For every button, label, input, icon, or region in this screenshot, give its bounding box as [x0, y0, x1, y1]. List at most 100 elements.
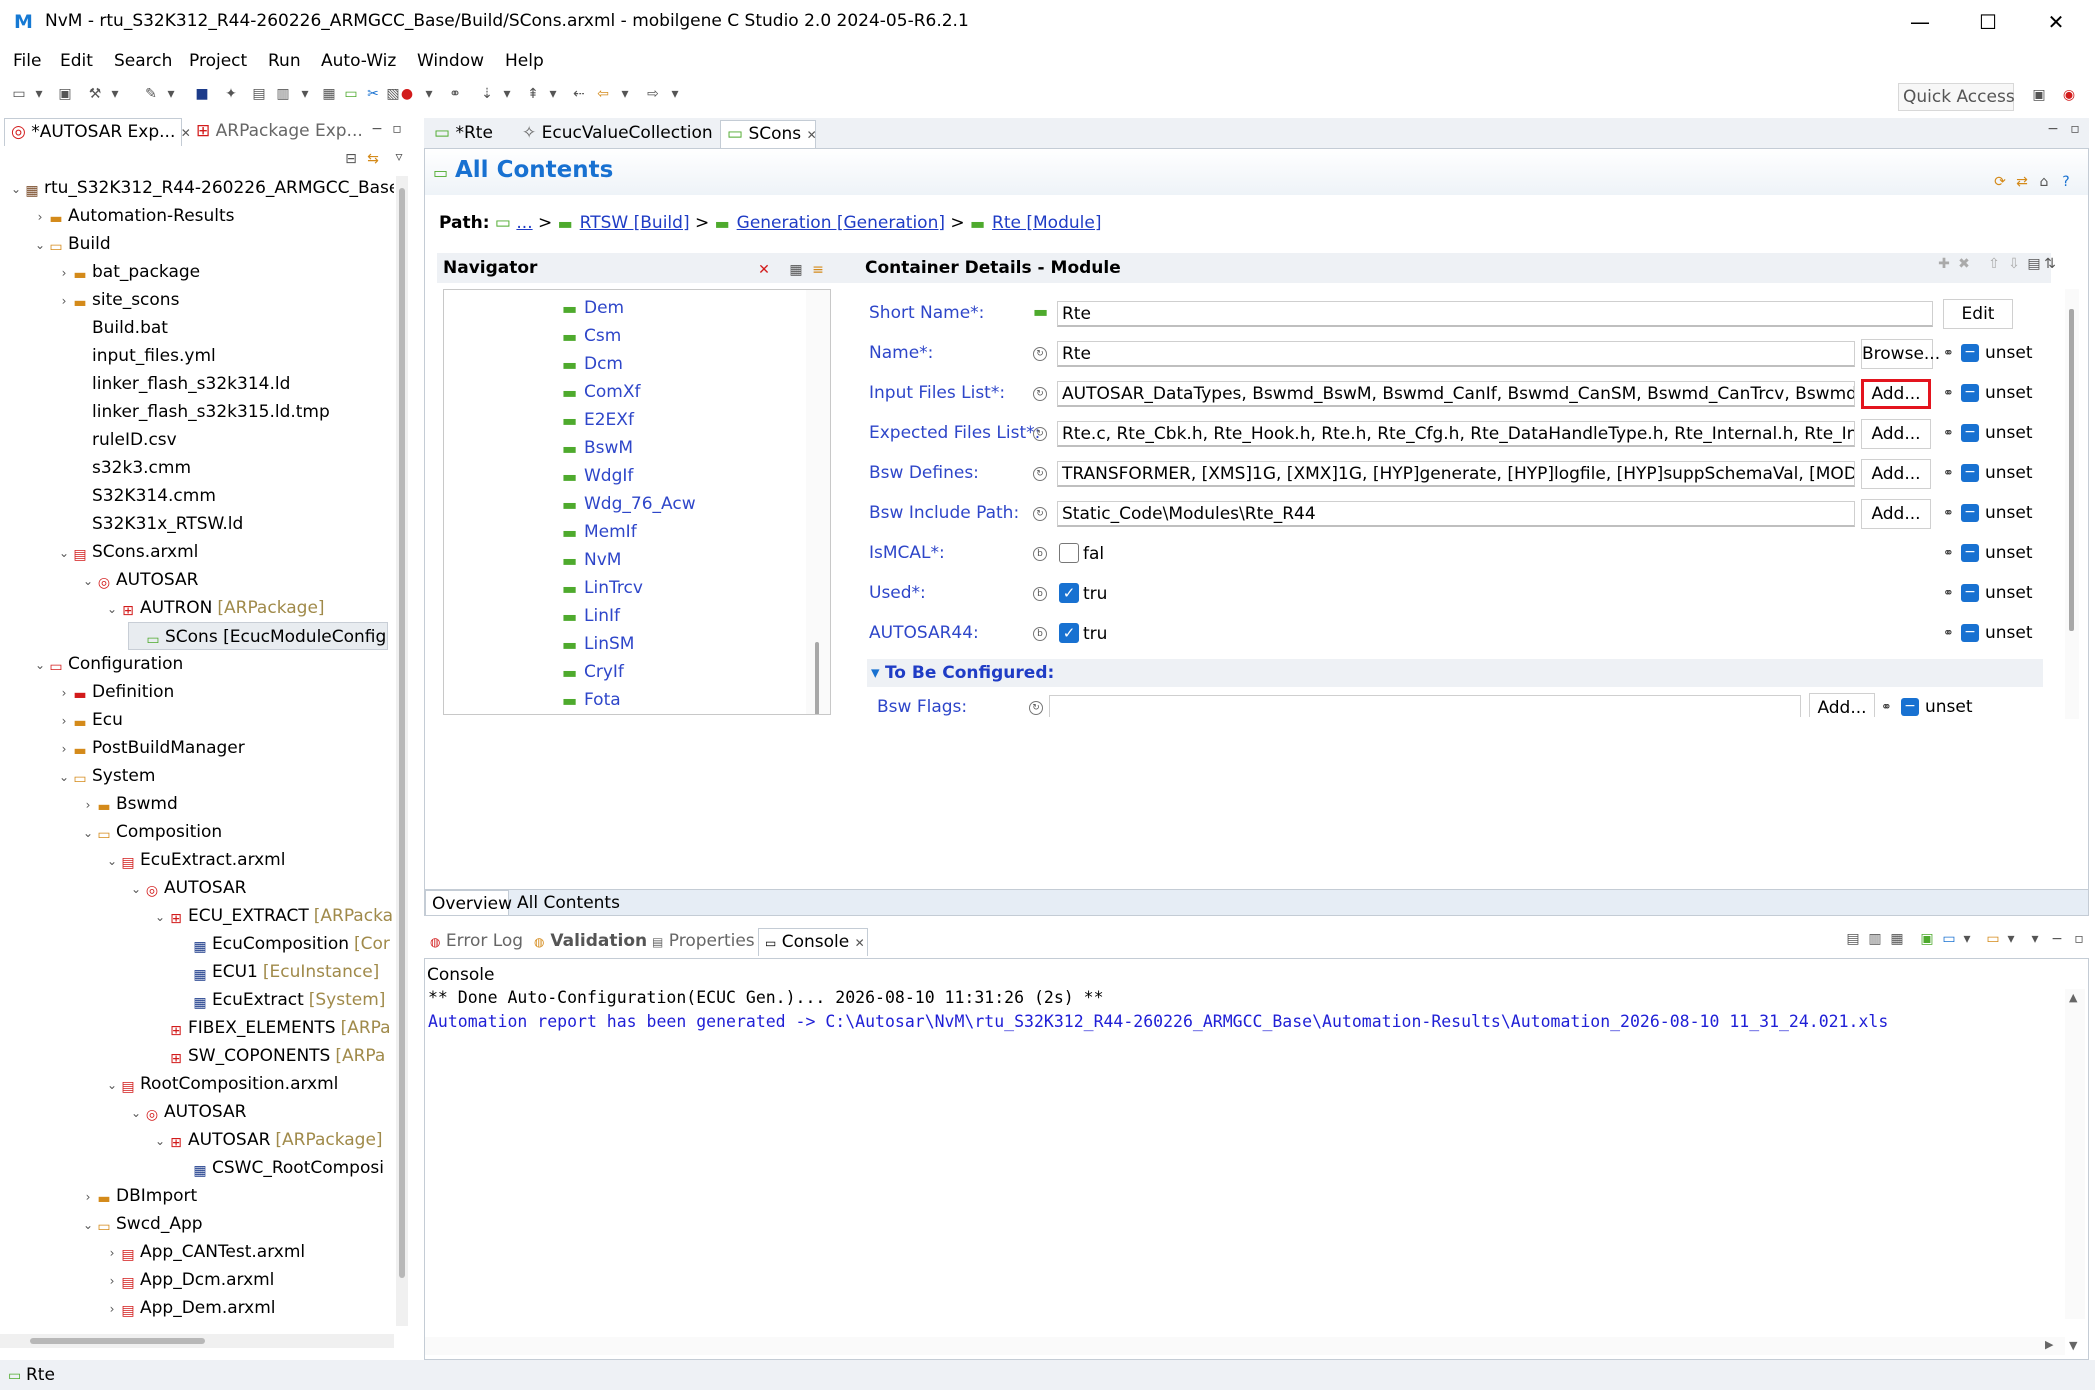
link-editor-icon[interactable]: ⇆ — [364, 150, 382, 168]
collapse-chevron-icon[interactable]: ⌄ — [104, 595, 120, 623]
tree-item[interactable]: ruleID.csv — [56, 426, 177, 454]
field-button[interactable]: Add... — [1861, 499, 1931, 529]
tree-item[interactable]: › ▤ App_Dcm.arxml — [104, 1266, 275, 1295]
tree-item[interactable]: › ▬ Definition — [56, 678, 175, 707]
nav-icon[interactable]: ⇞ — [524, 85, 542, 103]
dropdown-icon[interactable]: ▾ — [162, 85, 180, 103]
expand-chevron-icon[interactable]: › — [56, 735, 72, 763]
move-down-icon[interactable]: ⇩ — [2005, 255, 2023, 273]
section-toggle-icon[interactable]: ▾ — [871, 663, 885, 683]
close-tab-icon[interactable]: ✕ — [855, 936, 865, 950]
tree-item[interactable]: ⌄ ▭ Build — [32, 230, 111, 258]
breadcrumb-generation[interactable]: Generation [Generation] — [737, 213, 945, 233]
tree-item[interactable]: › ▬ PostBuildManager — [56, 734, 245, 762]
tree-item[interactable]: ⌄ ▭ Composition — [80, 818, 222, 846]
new-icon[interactable]: ▭ — [10, 85, 28, 103]
view-menu-icon[interactable]: ▿ — [390, 148, 408, 166]
navigator-item[interactable]: ▬ NvM — [562, 546, 621, 574]
collapse-all-icon[interactable]: ⊟ — [342, 150, 360, 168]
unset-toggle[interactable]: − — [1961, 384, 1979, 402]
breadcrumb-rte[interactable]: Rte [Module] — [992, 213, 1101, 233]
expand-chevron-icon[interactable]: › — [104, 1267, 120, 1295]
tree-item[interactable]: › ▬ Automation-Results — [32, 202, 235, 230]
collapse-chevron-icon[interactable]: ⌄ — [128, 1099, 144, 1127]
down-icon[interactable]: ⇣ — [478, 85, 496, 103]
remove-icon[interactable]: ✕ — [755, 261, 773, 279]
unset-toggle[interactable]: − — [1961, 584, 1979, 602]
grid-icon[interactable]: ▦ — [320, 85, 338, 103]
open-console-icon[interactable]: ▭ — [1984, 930, 2002, 948]
menu-run[interactable]: Run — [268, 51, 301, 71]
expand-chevron-icon[interactable]: › — [80, 791, 96, 819]
help-icon[interactable]: ? — [2057, 173, 2075, 191]
tree-item[interactable]: › ▬ bat_package — [56, 258, 201, 286]
tree-item[interactable]: › ▬ DBImport — [80, 1182, 198, 1211]
tree-item[interactable]: ⌄ ◎ AUTOSAR — [128, 1098, 246, 1126]
navigator-scrollbar[interactable] — [806, 290, 830, 714]
field-button[interactable]: Add... — [1809, 693, 1875, 717]
field-input[interactable] — [1049, 695, 1801, 717]
refresh-icon[interactable]: ⟳ — [1991, 173, 2009, 191]
star-icon[interactable]: ✦ — [222, 85, 240, 103]
menu-search[interactable]: Search — [114, 51, 172, 71]
clear-console-icon[interactable]: ▤ — [1844, 930, 1862, 948]
collapse-chevron-icon[interactable]: ⌄ — [80, 819, 96, 847]
tool-icon[interactable]: ✂ — [364, 85, 382, 103]
collapse-chevron-icon[interactable]: ⌄ — [104, 1071, 120, 1099]
unset-toggle[interactable]: − — [1961, 424, 1979, 442]
menu-file[interactable]: File — [13, 51, 41, 71]
field-input[interactable]: Static_Code\Modules\Rte_R44 — [1057, 501, 1855, 527]
unset-toggle[interactable]: − — [1961, 544, 1979, 562]
tab-rte[interactable]: ▭ *Rte — [428, 120, 510, 148]
dropdown-icon[interactable]: ▾ — [106, 85, 124, 103]
field-input[interactable]: TRANSFORMER, [XMS]1G, [XMX]1G, [HYP]gene… — [1057, 461, 1855, 487]
field-input[interactable]: AUTOSAR_DataTypes, Bswmd_BswM, Bswmd_Can… — [1057, 381, 1855, 407]
expand-chevron-icon[interactable]: › — [32, 203, 48, 231]
add-icon[interactable]: ✚ — [1935, 255, 1953, 273]
tree-item[interactable]: linker_flash_s32k315.ld.tmp — [56, 398, 330, 426]
minimize-view-icon[interactable]: − — [368, 120, 386, 138]
unset-toggle[interactable]: − — [1961, 344, 1979, 362]
expand-chevron-icon[interactable]: › — [80, 1183, 96, 1211]
menu-project[interactable]: Project — [189, 51, 247, 71]
collapse-chevron-icon[interactable]: ⌄ — [128, 875, 144, 903]
minimize-view-icon[interactable]: − — [2048, 930, 2066, 948]
close-tab-icon[interactable]: ✕ — [807, 128, 817, 142]
tree-item[interactable]: ⊞ FIBEX_ELEMENTS [ARPa — [152, 1014, 390, 1042]
checkbox[interactable] — [1059, 543, 1079, 563]
breadcrumb-rtsw[interactable]: RTSW [Build] — [580, 213, 690, 233]
collapse-chevron-icon[interactable]: ⌄ — [56, 763, 72, 791]
dropdown-icon[interactable]: ▾ — [420, 85, 438, 103]
dropdown-icon[interactable]: ▾ — [544, 85, 562, 103]
navigator-item[interactable]: ▬ LinTrcv — [562, 574, 643, 602]
tree-item[interactable]: ▭ SCons [EcucModuleConfig — [128, 622, 388, 650]
tab-console[interactable]: ▭ Console ✕ — [758, 928, 868, 956]
tab-overview[interactable]: Overview — [425, 890, 512, 915]
wand-icon[interactable]: ✎ — [142, 85, 160, 103]
unset-toggle[interactable]: − — [1961, 624, 1979, 642]
tree-item[interactable]: ⌄ ◎ AUTOSAR — [128, 874, 246, 902]
navigator-item[interactable]: ▬ ComXf — [562, 378, 640, 406]
navigator-item[interactable]: ▬ E2EXf — [562, 406, 634, 434]
unset-toggle[interactable]: − — [1901, 698, 1919, 716]
navigator-item[interactable]: ▬ CryIf — [562, 658, 624, 686]
tree-item[interactable]: ⌄ ▭ Configuration — [32, 650, 183, 678]
tree-item[interactable]: ⌄ ▭ Swcd_App — [80, 1210, 203, 1238]
tree-item[interactable]: ⌄ ▤ SCons.arxml — [56, 538, 198, 566]
collapse-chevron-icon[interactable]: ⌄ — [56, 539, 72, 567]
dropdown-icon[interactable]: ▾ — [1958, 930, 1976, 948]
navigator-item[interactable]: ▬ Fota — [562, 686, 621, 714]
maximize-view-icon[interactable]: ▫ — [2066, 120, 2084, 138]
tree-item[interactable]: input_files.yml — [56, 342, 216, 370]
collapse-chevron-icon[interactable]: ⌄ — [8, 175, 24, 203]
navigator-item[interactable]: ▬ LinSM — [562, 630, 634, 658]
tree-item[interactable]: ▦ EcuExtract [System] — [176, 986, 385, 1014]
sort-icon[interactable]: ⇅ — [2041, 255, 2059, 273]
tree-item[interactable]: ⌄ ▤ RootComposition.arxml — [104, 1070, 338, 1098]
expand-chevron-icon[interactable]: › — [56, 679, 72, 707]
tab-ecucvaluecollection[interactable]: ✧ EcucValueCollection — [516, 120, 716, 148]
filter-icon[interactable]: ▦ — [787, 261, 805, 279]
tab-arpackage-explorer[interactable]: ⊞ ARPackage Exp... — [190, 118, 363, 146]
tree-item[interactable]: › ▬ Bswmd — [80, 790, 178, 818]
display-console-icon[interactable]: ▭ — [1940, 930, 1958, 948]
